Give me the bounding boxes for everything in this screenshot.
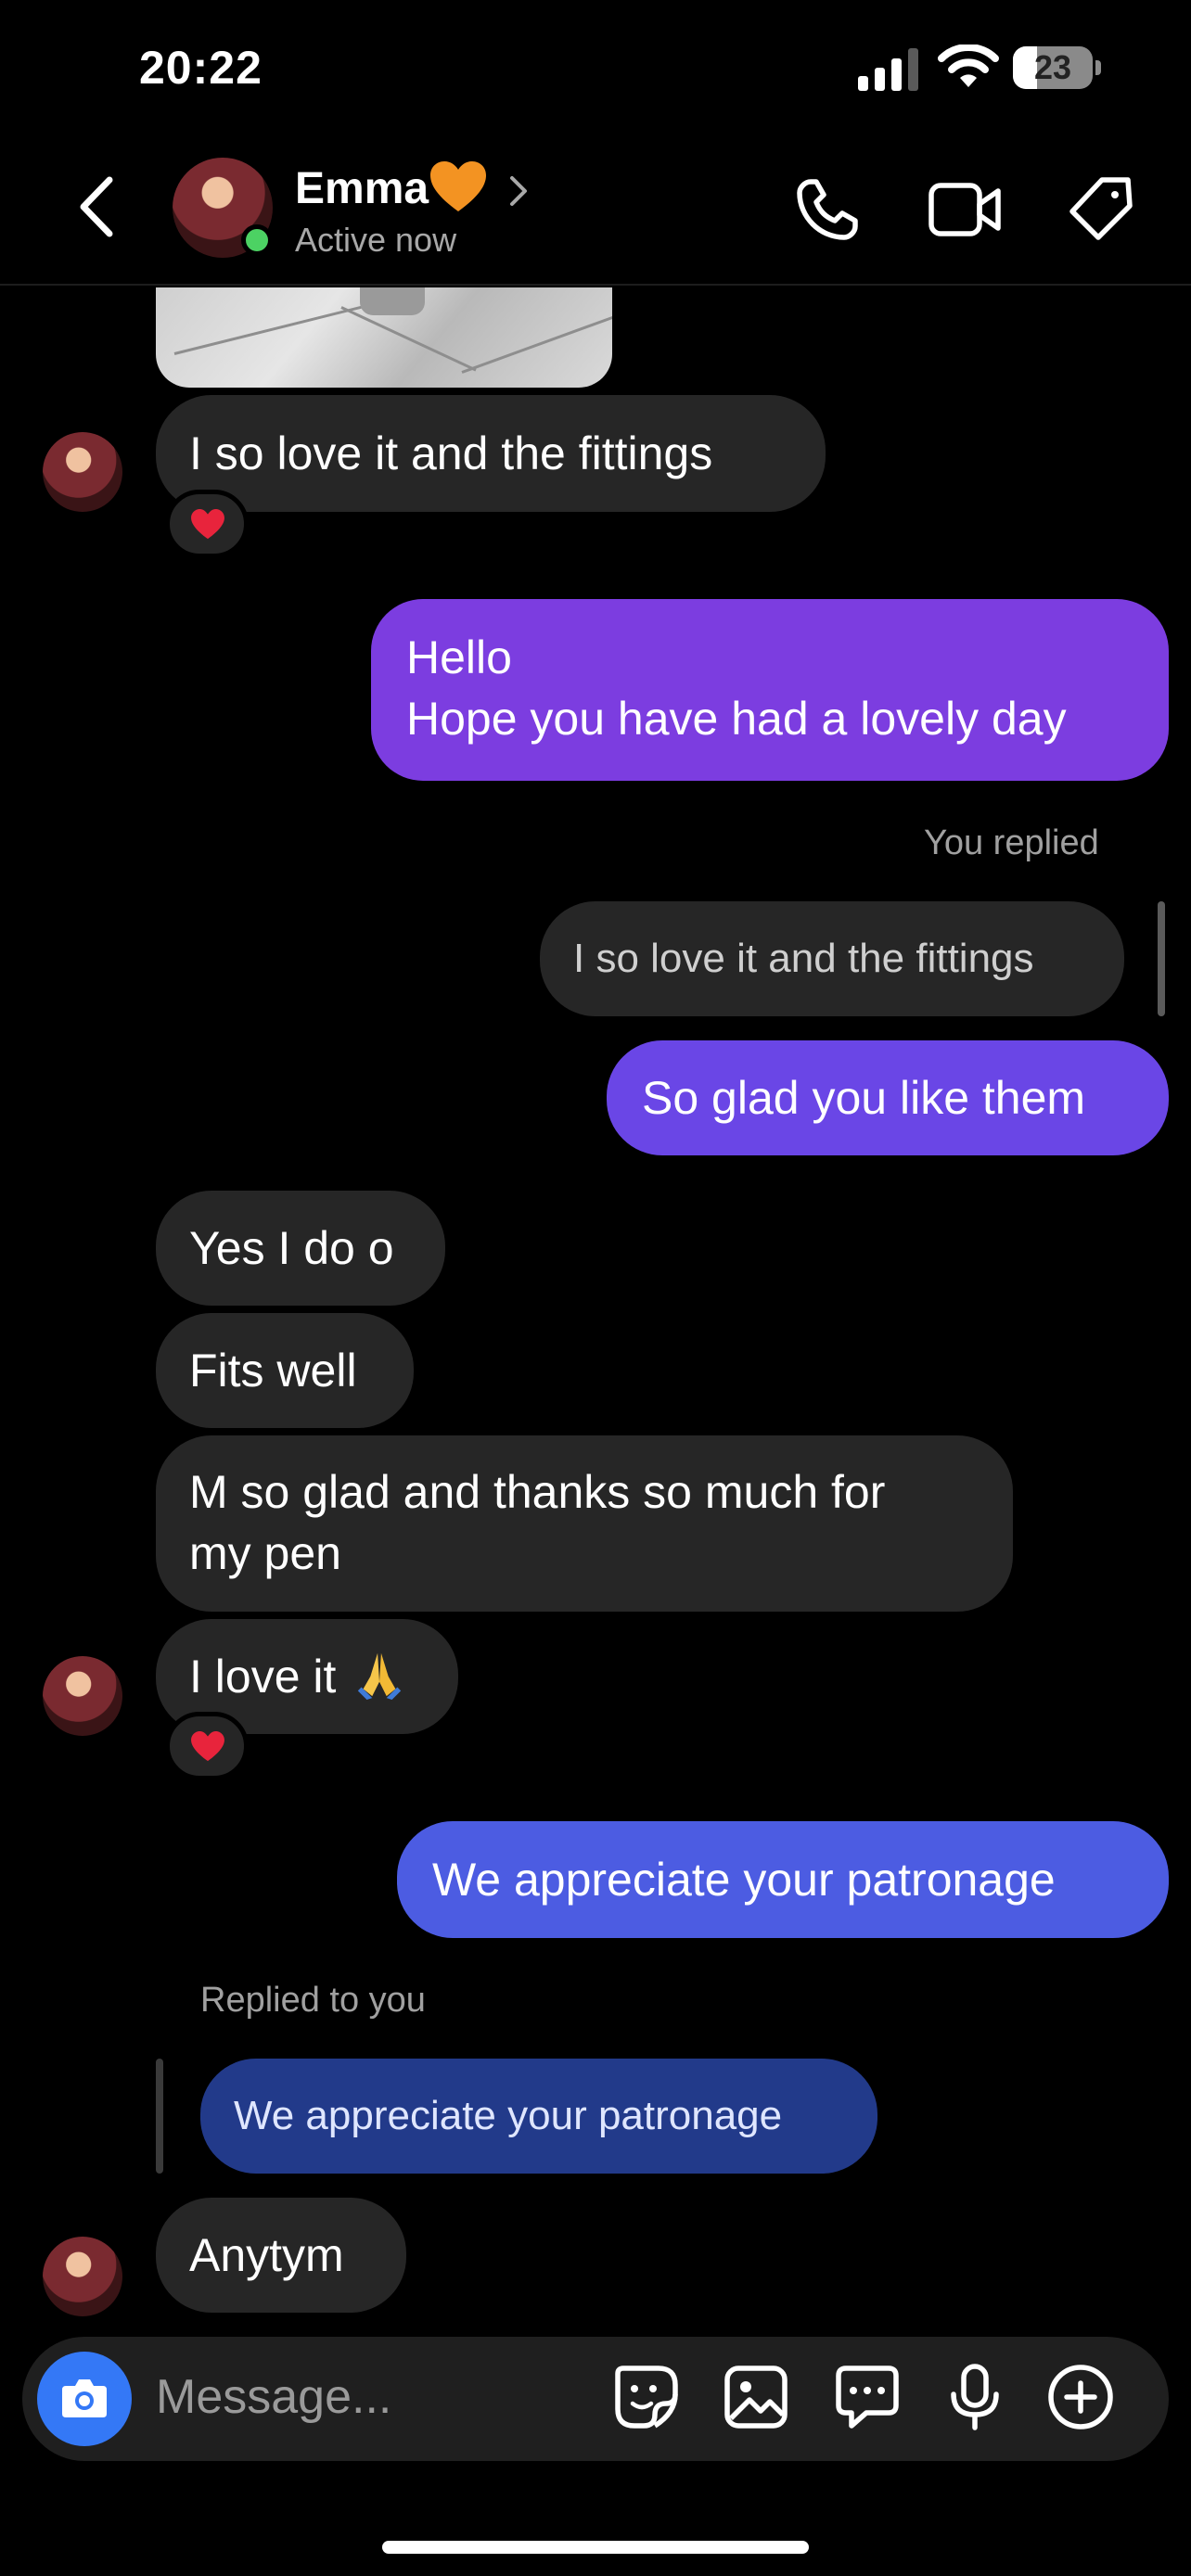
sender-avatar[interactable] (43, 432, 122, 512)
reaction-heart[interactable] (165, 490, 249, 558)
battery-level: 23 (1033, 48, 1072, 86)
message-text: Fits well (189, 1345, 357, 1396)
message-bubble[interactable]: We appreciate your patronage (397, 1821, 1169, 1938)
quoted-text: We appreciate your patronage (234, 2093, 783, 2138)
sticker-icon[interactable] (612, 2363, 681, 2431)
tag-icon[interactable] (1067, 176, 1133, 243)
red-heart-icon (191, 509, 224, 540)
chat-bubble-icon[interactable] (833, 2363, 902, 2431)
back-icon[interactable] (74, 174, 121, 239)
contact-name[interactable]: Emma (295, 163, 429, 214)
message-text-line: M so glad and thanks so much for (189, 1466, 886, 1518)
home-indicator (382, 2541, 809, 2554)
microphone-icon[interactable] (941, 2363, 1009, 2431)
message-text: I so love it and the fittings (189, 427, 713, 479)
message-bubble[interactable]: Anytym (156, 2198, 406, 2313)
add-icon[interactable] (1046, 2363, 1115, 2431)
chevron-right-icon[interactable] (508, 172, 529, 210)
message-bubble[interactable]: Fits well (156, 1313, 414, 1428)
message-bubble[interactable]: M so glad and thanks so much for my pen (156, 1435, 1013, 1612)
quoted-message[interactable]: We appreciate your patronage (200, 2059, 877, 2174)
cellular-signal-icon (858, 48, 918, 91)
camera-button[interactable] (37, 2352, 132, 2446)
online-status-dot (241, 224, 273, 256)
message-input[interactable]: Message... (156, 2369, 391, 2425)
message-bubble[interactable]: Hello Hope you have had a lovely day (371, 599, 1169, 781)
red-heart-icon (191, 1731, 224, 1762)
message-bubble[interactable]: I so love it and the fittings (156, 395, 826, 512)
shared-image-preview[interactable] (156, 287, 612, 388)
folded-hands-emoji (358, 1652, 402, 1700)
reply-label: You replied (924, 823, 1099, 862)
reply-indicator-bar (1158, 901, 1165, 1016)
message-text: I love it (189, 1651, 337, 1702)
header-divider (0, 284, 1191, 286)
status-time: 20:22 (139, 42, 263, 94)
message-text: Anytym (189, 2229, 344, 2281)
battery-indicator: 23 (1013, 46, 1102, 91)
message-bubble[interactable]: So glad you like them (607, 1040, 1169, 1155)
reply-label: Replied to you (200, 1981, 426, 2020)
gallery-icon[interactable] (722, 2363, 790, 2431)
message-bubble[interactable]: Yes I do o (156, 1191, 445, 1306)
reaction-heart[interactable] (165, 1712, 249, 1780)
reply-line (156, 2059, 163, 2174)
video-camera-icon[interactable] (928, 178, 1002, 241)
message-text-line: Hello (406, 631, 512, 683)
wifi-icon (938, 45, 999, 87)
sender-avatar[interactable] (43, 1656, 122, 1736)
sender-avatar[interactable] (43, 2237, 122, 2316)
camera-icon (62, 2379, 107, 2417)
phone-icon[interactable] (794, 176, 861, 243)
message-text: So glad you like them (642, 1072, 1086, 1124)
message-text-line: Hope you have had a lovely day (406, 693, 1067, 745)
message-text-line: my pen (189, 1527, 341, 1579)
quoted-text: I so love it and the fittings (573, 936, 1034, 981)
active-status: Active now (295, 221, 457, 259)
message-text: We appreciate your patronage (432, 1854, 1056, 1906)
quoted-message[interactable]: I so love it and the fittings (540, 901, 1124, 1016)
orange-heart-emoji (430, 161, 486, 211)
message-text: Yes I do o (189, 1222, 394, 1274)
